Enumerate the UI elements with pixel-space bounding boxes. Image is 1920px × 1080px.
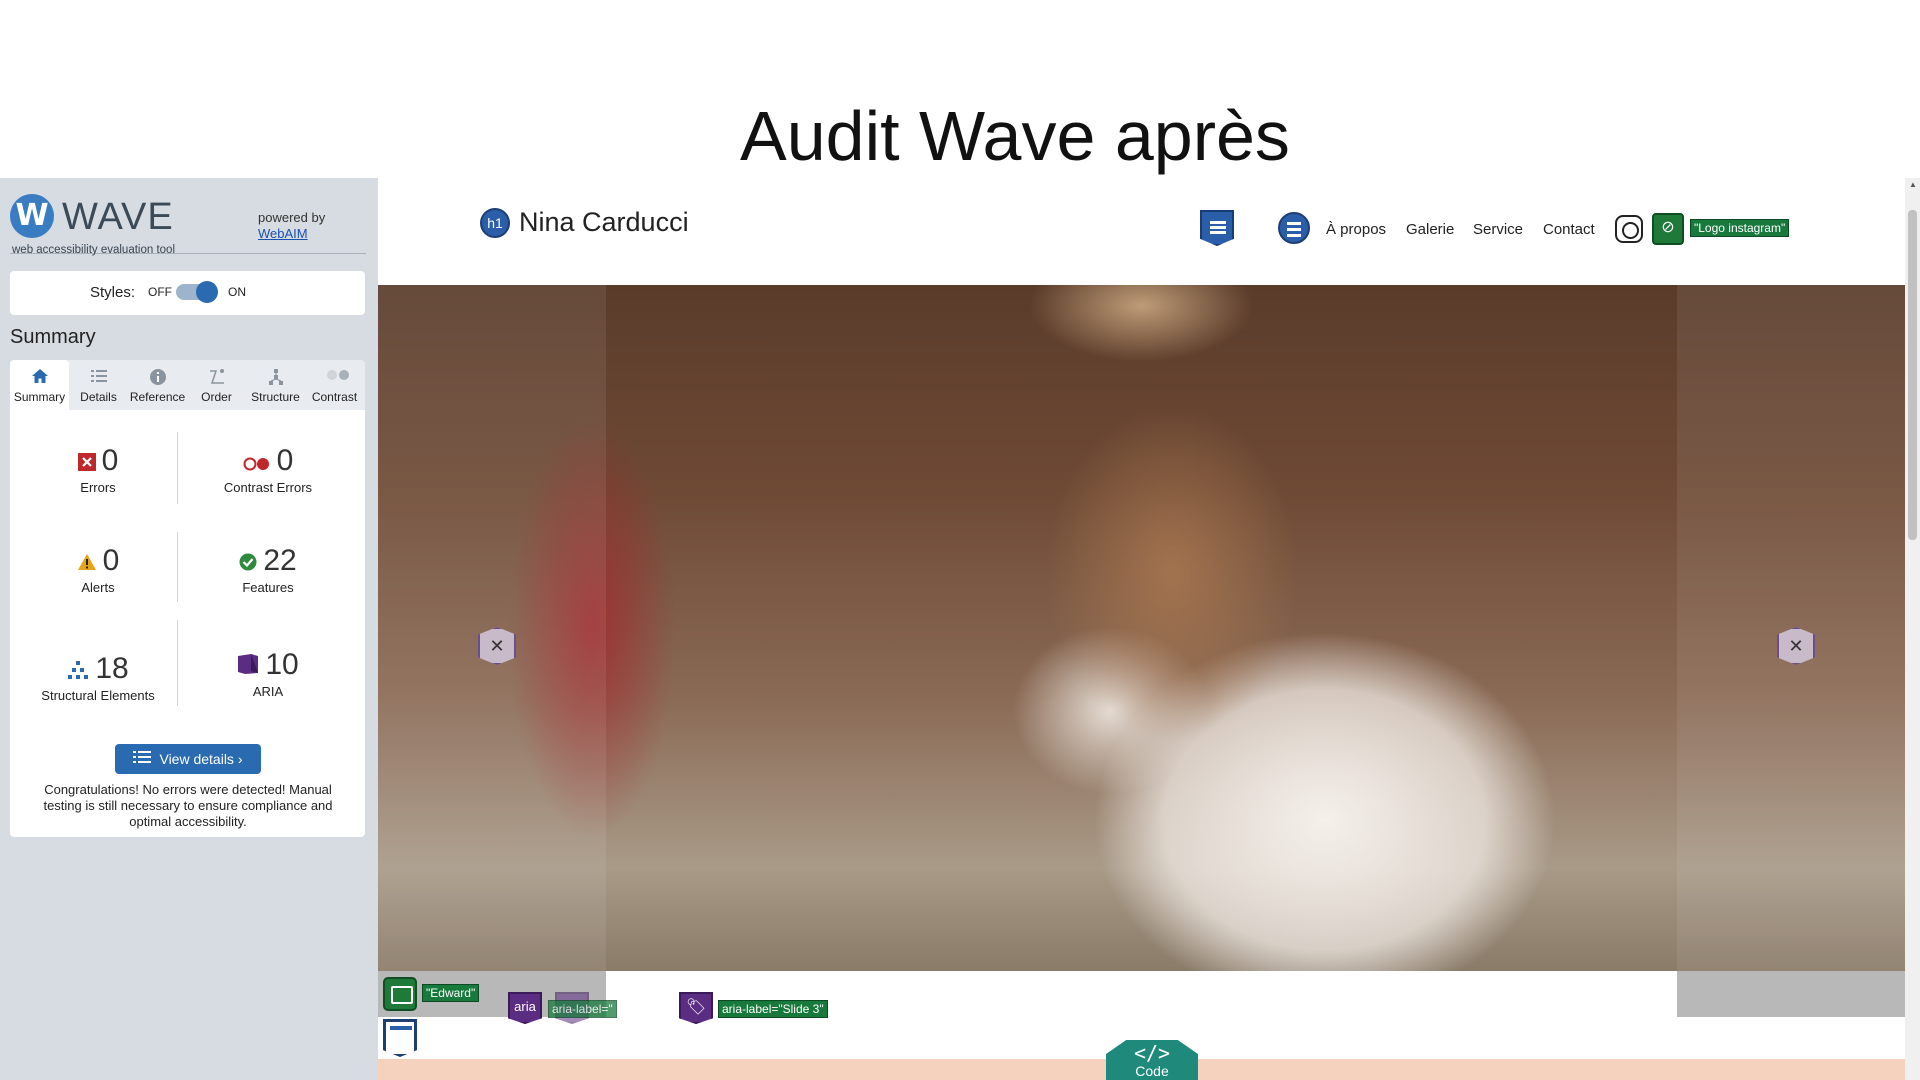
stat-aria[interactable]: 10 ARIA [188, 648, 348, 699]
tab-label: Structure [251, 390, 300, 404]
stat-alerts[interactable]: 0 Alerts [18, 544, 178, 595]
structure-icon [266, 368, 286, 386]
tab-reference[interactable]: Reference [128, 360, 187, 410]
scroll-thumb[interactable] [1908, 210, 1917, 540]
contrast-icon [325, 368, 349, 386]
summary-panel: 0 Errors 0 Contrast Errors 0 Alerts 22 F… [10, 410, 365, 837]
errors-label: Errors [80, 480, 116, 495]
code-button[interactable]: </> Code [1106, 1040, 1198, 1080]
tab-label: Reference [129, 390, 186, 404]
scrollbar[interactable]: ▲ [1905, 178, 1920, 1080]
navigation-icon [1200, 210, 1234, 246]
home-icon [30, 368, 50, 386]
features-label: Features [242, 580, 294, 595]
list-icon [133, 744, 152, 774]
stat-features[interactable]: 22 Features [188, 544, 348, 595]
features-count: 22 [263, 544, 297, 577]
stat-structural[interactable]: 18 Structural Elements [18, 652, 178, 703]
aria-icon: aria [508, 992, 542, 1024]
aria-label-overlap-label: aria-label=" [548, 1000, 617, 1018]
order-icon [207, 368, 227, 386]
tab-label: Summary [13, 390, 66, 404]
h1-icon: h1 [480, 208, 510, 238]
toggle-knob [196, 281, 218, 303]
contrast-errors-count: 0 [276, 444, 294, 477]
styles-on-label: ON [228, 285, 246, 299]
wave-sidebar: W WAVE web accessibility evaluation tool… [0, 178, 378, 1080]
tab-label: Order [201, 390, 232, 404]
slide-title: Audit Wave après [740, 97, 1290, 175]
aria-count: 10 [265, 648, 299, 681]
feature-check-icon [239, 545, 257, 579]
list-icon [89, 368, 109, 386]
alerts-count: 0 [102, 544, 120, 577]
carousel-next-button-icon[interactable]: ✕ [1777, 627, 1815, 665]
alerts-label: Alerts [81, 580, 115, 595]
styles-off-label: OFF [148, 285, 172, 299]
screen: Audit Wave après W WAVE web accessibilit… [0, 0, 1920, 1080]
code-label: Code [1135, 1063, 1169, 1079]
tab-contrast[interactable]: Contrast [305, 360, 364, 410]
edward-alt-label: "Edward" [422, 984, 480, 1002]
tab-order[interactable]: Order [187, 360, 246, 410]
tag-icon: 🏷 [679, 992, 713, 1024]
instagram-icon[interactable] [1615, 215, 1643, 243]
view-details-label: View details › [159, 751, 243, 767]
instagram-alt-label: "Logo instagram" [1690, 219, 1790, 237]
errors-count: 0 [101, 444, 119, 477]
tab-label: Contrast [311, 390, 358, 404]
view-details-button[interactable]: View details › [115, 744, 261, 774]
wave-title: WAVE [62, 196, 174, 238]
nav-link-contact[interactable]: Contact [1543, 221, 1595, 238]
unordered-list-icon [1278, 212, 1310, 244]
carousel-side-left [378, 285, 606, 971]
site-name: Nina Carducci [519, 207, 689, 237]
stat-contrast-errors[interactable]: 0 Contrast Errors [188, 444, 348, 495]
nav-link-service[interactable]: Service [1473, 221, 1523, 238]
tab-label: Details [80, 390, 117, 404]
carousel-prev-button-icon[interactable]: ✕ [478, 627, 516, 665]
carousel-control-area-right [1677, 971, 1905, 1017]
navigation-icon [383, 1019, 417, 1057]
summary-heading: Summary [10, 326, 96, 348]
linked-image-icon [1652, 213, 1684, 245]
code-icon: </> [1133, 1041, 1171, 1065]
tab-structure[interactable]: Structure [246, 360, 305, 410]
image-alt-icon [383, 977, 417, 1011]
webaim-link[interactable]: WebAIM [258, 226, 308, 241]
nav-link-galerie[interactable]: Galerie [1406, 221, 1454, 238]
styles-label: Styles: [90, 284, 136, 301]
congrats-message: Congratulations! No errors were detected… [43, 782, 333, 829]
contrast-error-icon [243, 445, 271, 479]
aria-label-slide3: aria-label="Slide 3" [718, 1000, 828, 1018]
contrast-errors-label: Contrast Errors [223, 480, 313, 495]
tab-summary[interactable]: Summary [10, 360, 69, 410]
structural-label: Structural Elements [41, 688, 155, 703]
structure-icon [67, 653, 89, 687]
wave-tagline: web accessibility evaluation tool [12, 244, 176, 256]
styles-toggle-box: Styles: OFF ON [10, 271, 365, 315]
carousel-side-right [1677, 285, 1905, 971]
powered-by: powered by WebAIM [258, 210, 325, 242]
error-icon [77, 445, 96, 479]
wave-header: W WAVE web accessibility evaluation tool… [10, 186, 366, 256]
styles-toggle[interactable] [176, 281, 218, 303]
structural-count: 18 [95, 652, 129, 685]
hero-carousel-image [378, 285, 1905, 971]
scroll-up-arrow-icon[interactable]: ▲ [1909, 180, 1917, 189]
aria-label: ARIA [252, 684, 284, 699]
tab-details[interactable]: Details [69, 360, 128, 410]
wave-logo-icon: W [10, 194, 54, 238]
stat-errors[interactable]: 0 Errors [18, 444, 178, 495]
info-icon [148, 368, 168, 386]
powered-by-text: powered by [258, 210, 326, 225]
wave-tabs: Summary Details Reference Order Structur… [10, 360, 365, 410]
aria-icon [237, 649, 259, 683]
alert-icon [77, 545, 97, 579]
nav-link-a-propos[interactable]: À propos [1326, 221, 1386, 238]
